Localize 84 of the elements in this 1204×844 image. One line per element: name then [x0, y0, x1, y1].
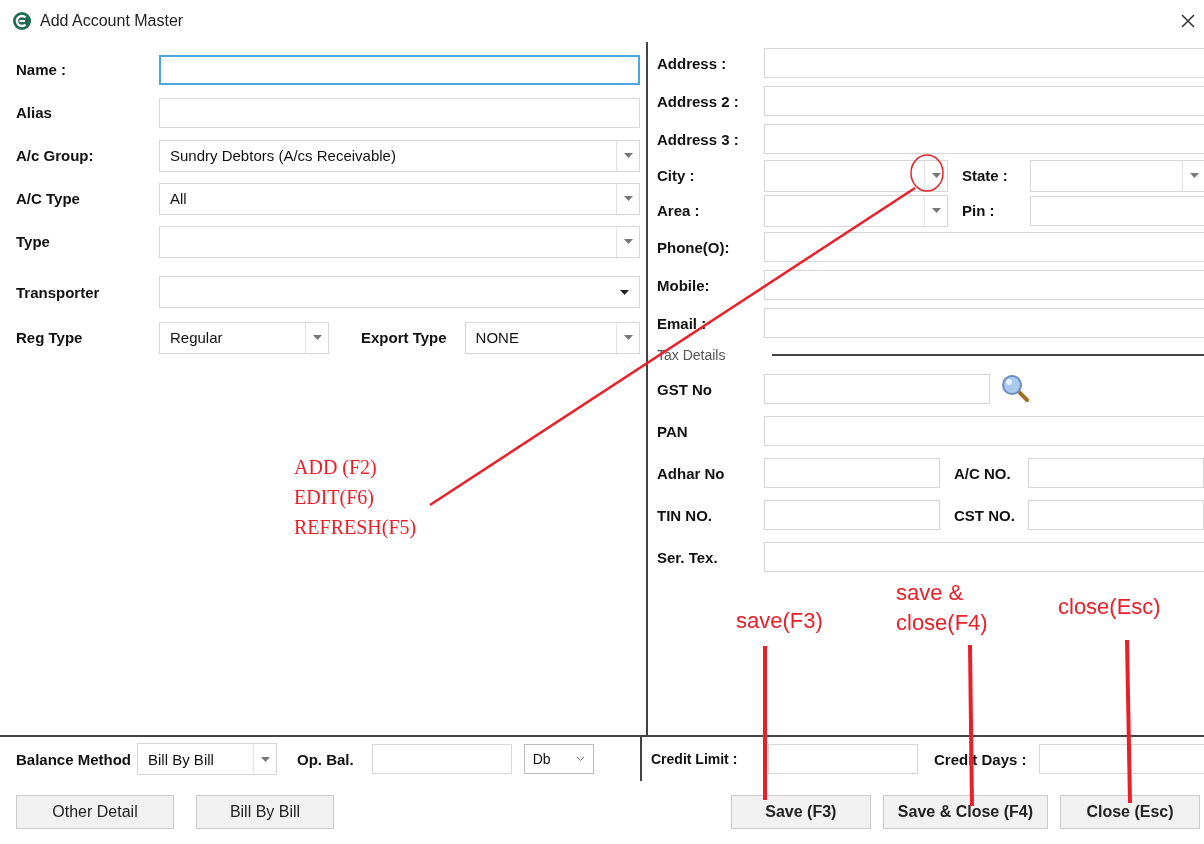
dropdown-arrow-icon [312, 335, 322, 340]
input-field[interactable] [1028, 458, 1204, 488]
input-field[interactable] [159, 97, 640, 128]
combo-box[interactable]: All [159, 182, 640, 215]
dropdown-arrow-icon [623, 196, 633, 201]
search-icon[interactable] [1000, 373, 1032, 405]
annotation-text: EDIT(F6) [294, 485, 375, 511]
input-field[interactable] [764, 270, 1204, 300]
field-label: Adhar No [657, 464, 726, 482]
close-icon[interactable] [1180, 13, 1196, 29]
field-label: Address 2 : [657, 92, 740, 110]
annotation-text: ADD (F2) [294, 455, 378, 480]
dropdown-arrow-icon [931, 208, 941, 213]
field-label: Area : [657, 202, 701, 219]
input-field[interactable] [764, 124, 1204, 154]
field-label: Export Type [361, 329, 447, 346]
field-label: TIN NO. [657, 506, 713, 524]
combo-box[interactable]: Bill By Bill [137, 743, 278, 775]
dropdown-arrow-icon [623, 335, 633, 340]
combo-box[interactable]: Sundry Debtors (A/cs Receivable) [159, 139, 640, 172]
action-button[interactable]: Bill By Bill [196, 795, 334, 829]
combo-box[interactable]: NONE [464, 321, 640, 354]
action-button[interactable]: Save (F3) [730, 795, 871, 829]
input-field[interactable] [764, 500, 940, 530]
field-label: PAN [657, 422, 689, 440]
annotation-circle [910, 154, 944, 192]
field-label: Phone(O): [657, 238, 731, 256]
field-label: Balance Method [16, 750, 132, 768]
field-label: A/c Group: [16, 147, 95, 164]
field-label: A/C Type [16, 190, 81, 207]
field-label: City : [657, 167, 696, 184]
field-label: State : [962, 167, 1009, 184]
field-label: Alias [16, 104, 53, 121]
dropdown-arrow-icon [1189, 173, 1199, 178]
field-label: GST No [657, 380, 713, 398]
combo-box[interactable] [764, 194, 948, 227]
combo-box[interactable]: Regular [159, 321, 329, 354]
annotation-text: save & close(F4) [896, 579, 989, 637]
field-label: Type [16, 233, 51, 250]
input-field[interactable] [764, 308, 1204, 338]
input-field[interactable] [768, 744, 918, 774]
field-label: Pin : [962, 202, 996, 219]
field-label: Address 3 : [657, 130, 740, 148]
dropdown-arrow-icon [623, 239, 633, 244]
section-heading: Tax Details [657, 347, 727, 363]
app-logo-icon [12, 11, 32, 31]
input-field[interactable] [764, 86, 1204, 116]
input-field[interactable] [764, 374, 990, 404]
select-box[interactable]: Db [523, 744, 594, 774]
input-field[interactable] [764, 48, 1204, 78]
field-label: Email : [657, 314, 708, 332]
dropdown-arrow-icon [260, 756, 270, 762]
annotation-text: REFRESH(F5) [294, 515, 417, 541]
dropdown[interactable] [159, 276, 640, 308]
input-field[interactable] [764, 458, 940, 488]
input-field[interactable] [764, 416, 1204, 446]
action-button[interactable]: Close (Esc) [1060, 795, 1200, 829]
dropdown-arrow-icon [623, 153, 633, 158]
field-label: Op. Bal. [297, 750, 354, 768]
field-label: Transporter [16, 283, 101, 301]
dropdown-arrow-icon [931, 173, 941, 178]
action-button[interactable]: Other Detail [16, 795, 174, 829]
field-label: Ser. Tex. [657, 548, 719, 566]
dropdown-arrow-icon [620, 289, 629, 295]
field-label: CST NO. [954, 506, 1016, 524]
input-field[interactable] [371, 744, 512, 774]
window-title: Add Account Master [40, 12, 184, 30]
input-field[interactable] [764, 232, 1204, 262]
action-button[interactable]: Save & Close (F4) [882, 795, 1048, 829]
input-field[interactable] [1028, 500, 1204, 530]
field-label: Mobile: [657, 276, 711, 294]
field-label: Name : [16, 61, 68, 78]
input-field[interactable] [1038, 744, 1204, 774]
input-field[interactable] [1030, 195, 1204, 226]
input-field[interactable] [159, 54, 640, 85]
field-label: Credit Limit : [651, 751, 739, 767]
annotation-text: close(Esc) [1058, 593, 1161, 621]
chevron-down-icon [575, 756, 585, 762]
field-label: Reg Type [16, 329, 84, 346]
field-label: Address : [657, 54, 728, 72]
field-label: A/C NO. [954, 464, 1012, 482]
annotation-text: save(F3) [736, 607, 823, 635]
input-field[interactable] [764, 542, 1204, 572]
combo-box[interactable] [764, 159, 948, 192]
